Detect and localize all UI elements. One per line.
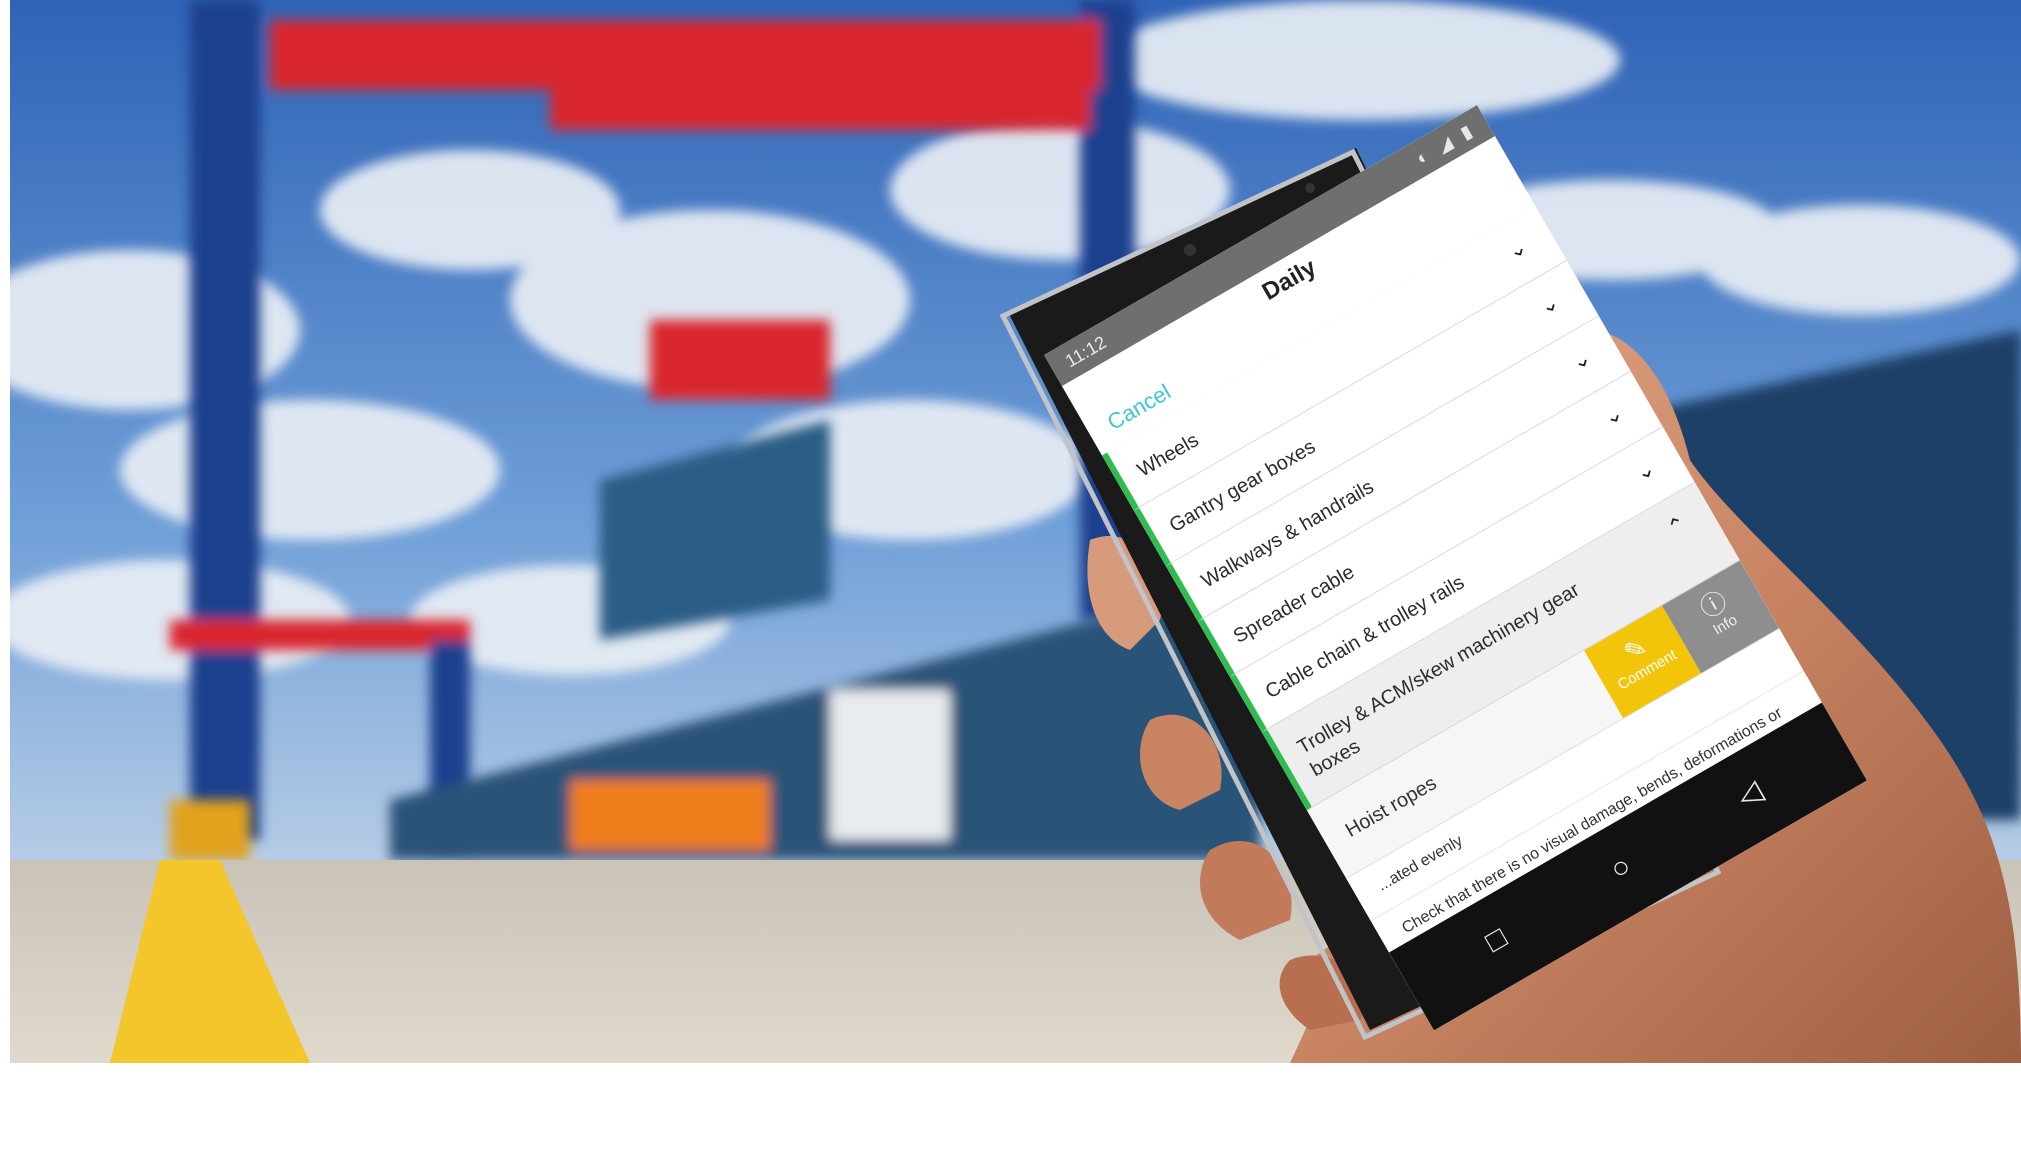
home-icon[interactable]: ○ bbox=[1605, 849, 1638, 888]
chevron-down-icon[interactable]: ⌄ bbox=[1599, 400, 1628, 432]
back-icon[interactable]: ◁ bbox=[1731, 774, 1768, 816]
chevron-down-icon[interactable]: ⌄ bbox=[1567, 344, 1596, 376]
chevron-down-icon[interactable]: ⌄ bbox=[1631, 455, 1660, 487]
chevron-down-icon[interactable]: ⌄ bbox=[1503, 233, 1532, 265]
recent-apps-icon[interactable]: □ bbox=[1480, 921, 1513, 960]
chevron-up-icon[interactable]: ⌃ bbox=[1663, 510, 1692, 542]
checklist-item-label: Wheels bbox=[1133, 429, 1203, 482]
port-photo: 11:12 ◐ ◢ ▮ Cancel Daily Wheels ⌄ Gantry… bbox=[10, 0, 2021, 1063]
chevron-down-icon[interactable]: ⌄ bbox=[1535, 289, 1564, 321]
